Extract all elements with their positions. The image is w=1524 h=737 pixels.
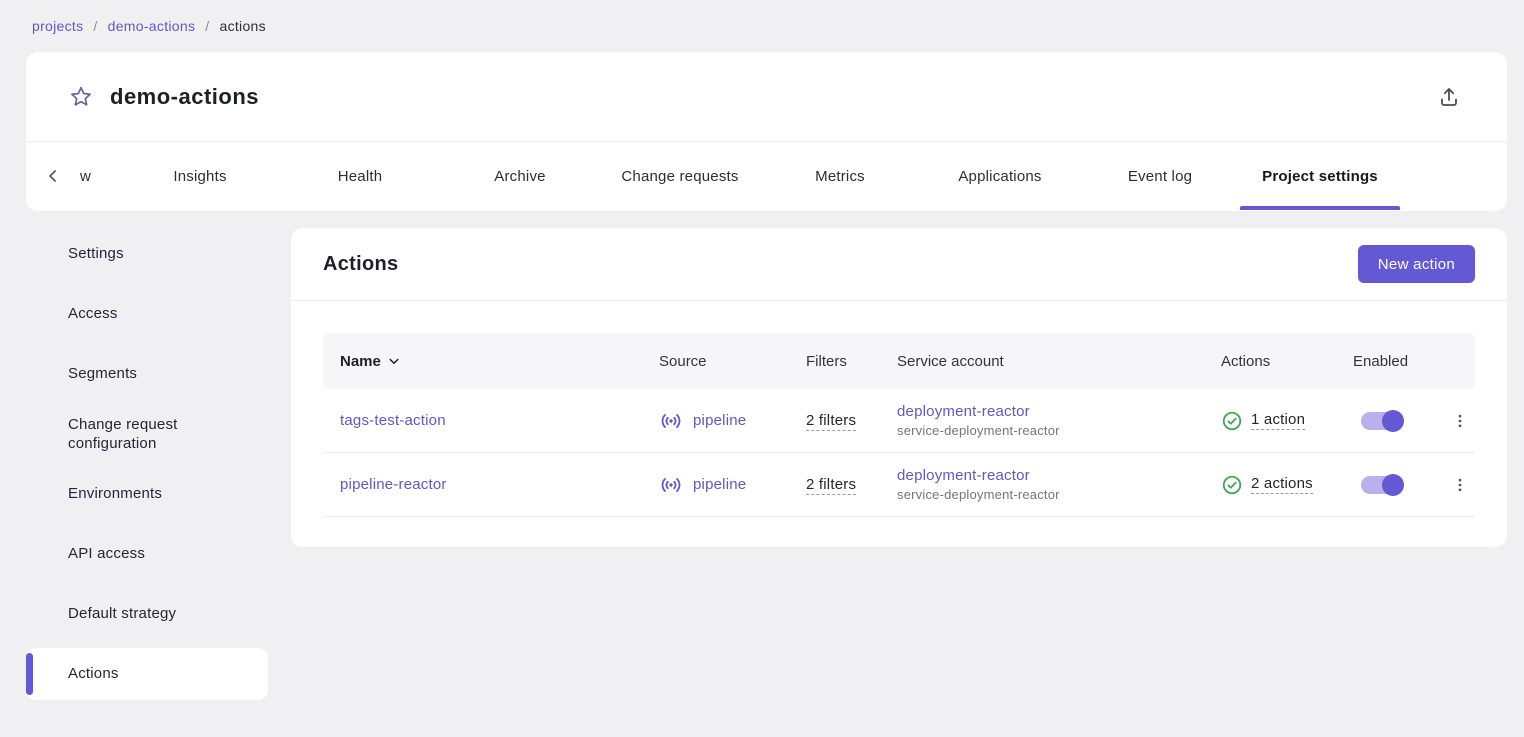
filters-cell: 2 filters [806, 476, 897, 493]
tab-health[interactable]: Health [280, 142, 440, 210]
new-action-button[interactable]: New action [1358, 245, 1475, 283]
tab-change-requests[interactable]: Change requests [600, 142, 760, 210]
kebab-menu-icon [1451, 476, 1469, 494]
service-account-cell: deployment-reactor service-deployment-re… [897, 467, 1221, 502]
sidebar-item-environments[interactable]: Environments [26, 464, 268, 524]
tab-overview-partial[interactable]: w [80, 142, 120, 210]
actions-count-cell: 2 actions [1221, 474, 1353, 496]
breadcrumb-project[interactable]: demo-actions [108, 18, 196, 34]
tab-applications[interactable]: Applications [920, 142, 1080, 210]
source-cell: pipeline [659, 473, 806, 497]
column-header-actions: Actions [1221, 353, 1353, 370]
actions-count[interactable]: 1 action [1251, 411, 1305, 430]
service-account-link[interactable]: deployment-reactor [897, 467, 1221, 484]
panel-title: Actions [323, 253, 398, 276]
breadcrumb-separator: / [93, 18, 97, 34]
chevron-left-icon [43, 166, 63, 186]
favorite-button[interactable] [68, 84, 94, 110]
actions-table: Name Source Filters Service account Acti… [323, 333, 1475, 517]
breadcrumb-separator: / [205, 18, 209, 34]
star-outline-icon [68, 84, 94, 110]
filters-cell: 2 filters [806, 412, 897, 429]
source-link[interactable]: pipeline [693, 476, 746, 493]
enabled-toggle[interactable] [1361, 476, 1402, 494]
action-name-link[interactable]: pipeline-reactor [340, 476, 447, 493]
project-tabs: w Insights Health Archive Change request… [26, 142, 1507, 210]
table-row: pipeline-reactor pipeline [323, 453, 1475, 517]
tabs-scroll-left-button[interactable] [26, 142, 80, 210]
sidebar-item-actions[interactable]: Actions [26, 648, 268, 700]
toggle-thumb [1382, 410, 1404, 432]
tab-project-settings[interactable]: Project settings [1240, 142, 1400, 210]
tab-event-log[interactable]: Event log [1080, 142, 1240, 210]
check-circle-icon [1221, 474, 1243, 496]
signal-icon [659, 409, 683, 433]
actions-count-cell: 1 action [1221, 410, 1353, 432]
enabled-toggle[interactable] [1361, 412, 1402, 430]
source-cell: pipeline [659, 409, 806, 433]
sidebar-item-segments[interactable]: Segments [26, 344, 268, 404]
table-header-row: Name Source Filters Service account Acti… [323, 333, 1475, 389]
toggle-thumb [1382, 474, 1404, 496]
sidebar-item-api-access[interactable]: API access [26, 524, 268, 584]
service-account-id: service-deployment-reactor [897, 423, 1221, 438]
service-account-cell: deployment-reactor service-deployment-re… [897, 403, 1221, 438]
upload-icon [1437, 85, 1461, 109]
breadcrumb-current: actions [219, 18, 265, 34]
row-menu-button[interactable] [1445, 412, 1475, 430]
project-header: demo-actions [26, 52, 1507, 142]
kebab-menu-icon [1451, 412, 1469, 430]
settings-sidebar: Settings Access Segments Change request … [26, 224, 268, 704]
filters-count[interactable]: 2 filters [806, 476, 856, 495]
export-button[interactable] [1437, 85, 1461, 109]
table-row: tags-test-action pipeline [323, 389, 1475, 453]
sidebar-item-default-strategy[interactable]: Default strategy [26, 584, 268, 644]
source-link[interactable]: pipeline [693, 412, 746, 429]
actions-count[interactable]: 2 actions [1251, 475, 1313, 494]
tab-insights[interactable]: Insights [120, 142, 280, 210]
column-header-service-account: Service account [897, 353, 1221, 370]
action-name-link[interactable]: tags-test-action [340, 412, 446, 429]
project-card: demo-actions w Ins [26, 52, 1507, 211]
breadcrumb: projects / demo-actions / actions [32, 18, 266, 34]
actions-panel: Actions New action Name Source Filters S… [291, 228, 1507, 547]
sidebar-item-settings[interactable]: Settings [26, 224, 268, 284]
signal-icon [659, 473, 683, 497]
action-name-cell: tags-test-action [323, 412, 659, 429]
check-circle-icon [1221, 410, 1243, 432]
filters-count[interactable]: 2 filters [806, 412, 856, 431]
column-header-name[interactable]: Name [323, 352, 659, 370]
breadcrumb-projects[interactable]: projects [32, 18, 83, 34]
column-header-enabled: Enabled [1353, 353, 1445, 370]
enabled-cell [1353, 412, 1445, 430]
project-title: demo-actions [110, 84, 259, 110]
tab-metrics[interactable]: Metrics [760, 142, 920, 210]
row-menu-button[interactable] [1445, 476, 1475, 494]
enabled-cell [1353, 476, 1445, 494]
column-header-filters: Filters [806, 353, 897, 370]
sidebar-item-change-request-configuration[interactable]: Change request configuration [26, 404, 268, 464]
service-account-link[interactable]: deployment-reactor [897, 403, 1221, 420]
chevron-down-icon [385, 352, 403, 370]
tab-archive[interactable]: Archive [440, 142, 600, 210]
service-account-id: service-deployment-reactor [897, 487, 1221, 502]
sidebar-item-access[interactable]: Access [26, 284, 268, 344]
action-name-cell: pipeline-reactor [323, 476, 659, 493]
column-header-source: Source [659, 353, 806, 370]
column-header-name-label: Name [340, 353, 381, 370]
page: projects / demo-actions / actions demo-a… [0, 0, 1524, 737]
actions-panel-header: Actions New action [291, 228, 1507, 301]
